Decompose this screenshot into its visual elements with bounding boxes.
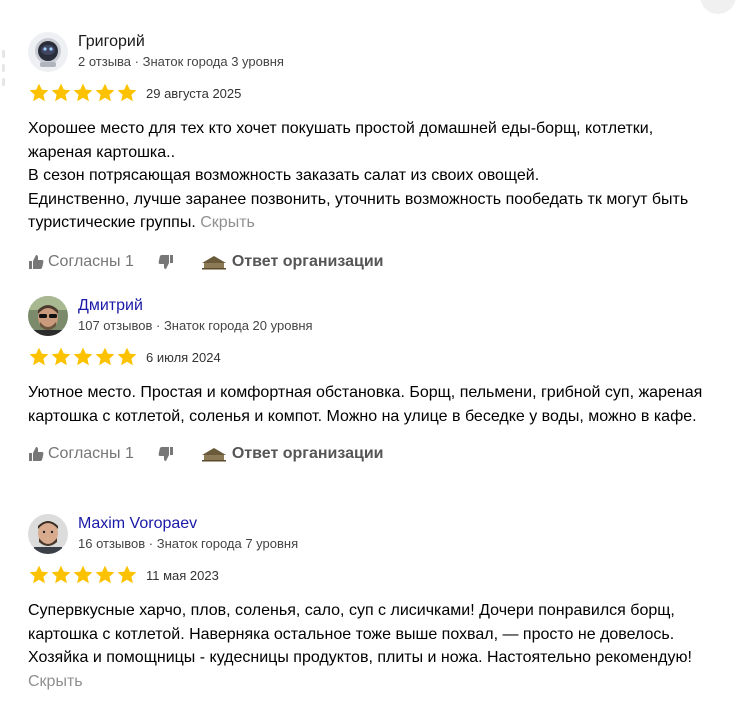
- review-header: Дмитрий 107 отзывов · Знаток города 20 у…: [28, 296, 718, 340]
- org-reply-button[interactable]: Ответ организации: [200, 253, 384, 271]
- review-date: 11 мая 2023: [146, 567, 219, 583]
- dislike-button[interactable]: [158, 254, 174, 270]
- review-card: Дмитрий 107 отзывов · Знаток города 20 у…: [28, 296, 718, 466]
- author-name[interactable]: Григорий: [78, 32, 284, 52]
- rating-row: 29 августа 2025: [28, 81, 718, 105]
- star-icon: [117, 83, 137, 102]
- org-reply-button[interactable]: Ответ организации: [200, 445, 384, 463]
- review-text: Хорошее место для тех кто хочет покушать…: [28, 117, 718, 235]
- thumbs-up-icon: [29, 447, 44, 461]
- review-paragraph: Единственно, лучше заранее позвонить, ут…: [28, 188, 718, 235]
- left-edge-decoration: [0, 50, 8, 230]
- star-rating: [28, 346, 138, 368]
- review-header: Григорий 2 отзыва · Знаток города 3 уров…: [28, 32, 718, 76]
- rating-row: 6 июля 2024: [28, 345, 718, 369]
- star-icon: [29, 347, 49, 366]
- like-count-label: Согласны 1: [48, 252, 134, 270]
- review-card: Григорий 2 отзыва · Знаток города 3 уров…: [28, 32, 718, 274]
- org-reply-label: Ответ организации: [231, 252, 384, 270]
- review-card: Maxim Voropaev 16 отзывов · Знаток город…: [28, 514, 718, 693]
- thumbs-down-icon: [158, 447, 173, 461]
- thumbs-up-icon: [29, 254, 44, 269]
- review-date: 6 июля 2024: [146, 349, 221, 365]
- star-icon: [29, 565, 49, 584]
- like-count-label: Согласны 1: [48, 445, 134, 462]
- review-date: 29 августа 2025: [146, 85, 242, 101]
- author-name[interactable]: Maxim Voropaev: [78, 514, 298, 534]
- avatar[interactable]: [28, 296, 68, 336]
- review-paragraph-text: Единственно, лучше заранее позвонить, ут…: [28, 190, 689, 232]
- star-icon: [95, 565, 115, 584]
- star-rating: [28, 564, 138, 586]
- author-name[interactable]: Дмитрий: [78, 296, 313, 316]
- star-icon: [73, 83, 93, 102]
- star-icon: [29, 83, 49, 102]
- star-icon: [117, 347, 137, 366]
- review-paragraph: Хозяйка и помощницы - кудесницы продукто…: [28, 646, 718, 693]
- star-icon: [73, 347, 93, 366]
- review-paragraph: В сезон потрясающая возможность заказать…: [28, 167, 540, 184]
- star-icon: [95, 83, 115, 102]
- review-paragraph: Хорошее место для тех кто хочет покушать…: [28, 120, 654, 161]
- like-button[interactable]: Согласны 1: [28, 253, 134, 271]
- collapse-link[interactable]: Скрыть: [28, 673, 83, 690]
- organization-logo-icon: [201, 448, 226, 462]
- review-paragraph-text: Хозяйка и помощницы - кудесницы продукто…: [28, 649, 692, 666]
- review-actions: Согласны 1 Ответ организации: [28, 442, 718, 466]
- star-icon: [73, 565, 93, 584]
- dislike-button[interactable]: [158, 446, 174, 462]
- star-icon: [51, 83, 71, 102]
- review-text: Уютное место. Простая и комфортная обста…: [28, 381, 718, 428]
- avatar[interactable]: [28, 514, 68, 554]
- review-paragraph: Уютное место. Простая и комфортная обста…: [28, 384, 703, 425]
- star-icon: [95, 347, 115, 366]
- thumbs-down-icon: [158, 254, 173, 269]
- collapse-link[interactable]: Скрыть: [200, 214, 255, 231]
- review-actions: Согласны 1 Ответ организации: [28, 250, 718, 274]
- corner-button[interactable]: [700, 0, 736, 14]
- review-paragraph: Супервкусные харчо, плов, соленья, сало,…: [28, 602, 675, 643]
- author-meta: 2 отзыва · Знаток города 3 уровня: [78, 54, 284, 69]
- avatar[interactable]: [28, 32, 68, 72]
- star-icon: [51, 347, 71, 366]
- star-icon: [51, 565, 71, 584]
- review-text: Супервкусные харчо, плов, соленья, сало,…: [28, 599, 718, 693]
- rating-row: 11 мая 2023: [28, 563, 718, 587]
- like-button[interactable]: Согласны 1: [28, 445, 134, 463]
- author-meta: 16 отзывов · Знаток города 7 уровня: [78, 536, 299, 551]
- star-icon: [117, 565, 137, 584]
- review-header: Maxim Voropaev 16 отзывов · Знаток город…: [28, 514, 718, 558]
- author-meta: 107 отзывов · Знаток города 20 уровня: [78, 318, 313, 333]
- org-reply-label: Ответ организации: [231, 445, 384, 462]
- organization-logo-icon: [201, 255, 226, 269]
- star-rating: [28, 82, 138, 104]
